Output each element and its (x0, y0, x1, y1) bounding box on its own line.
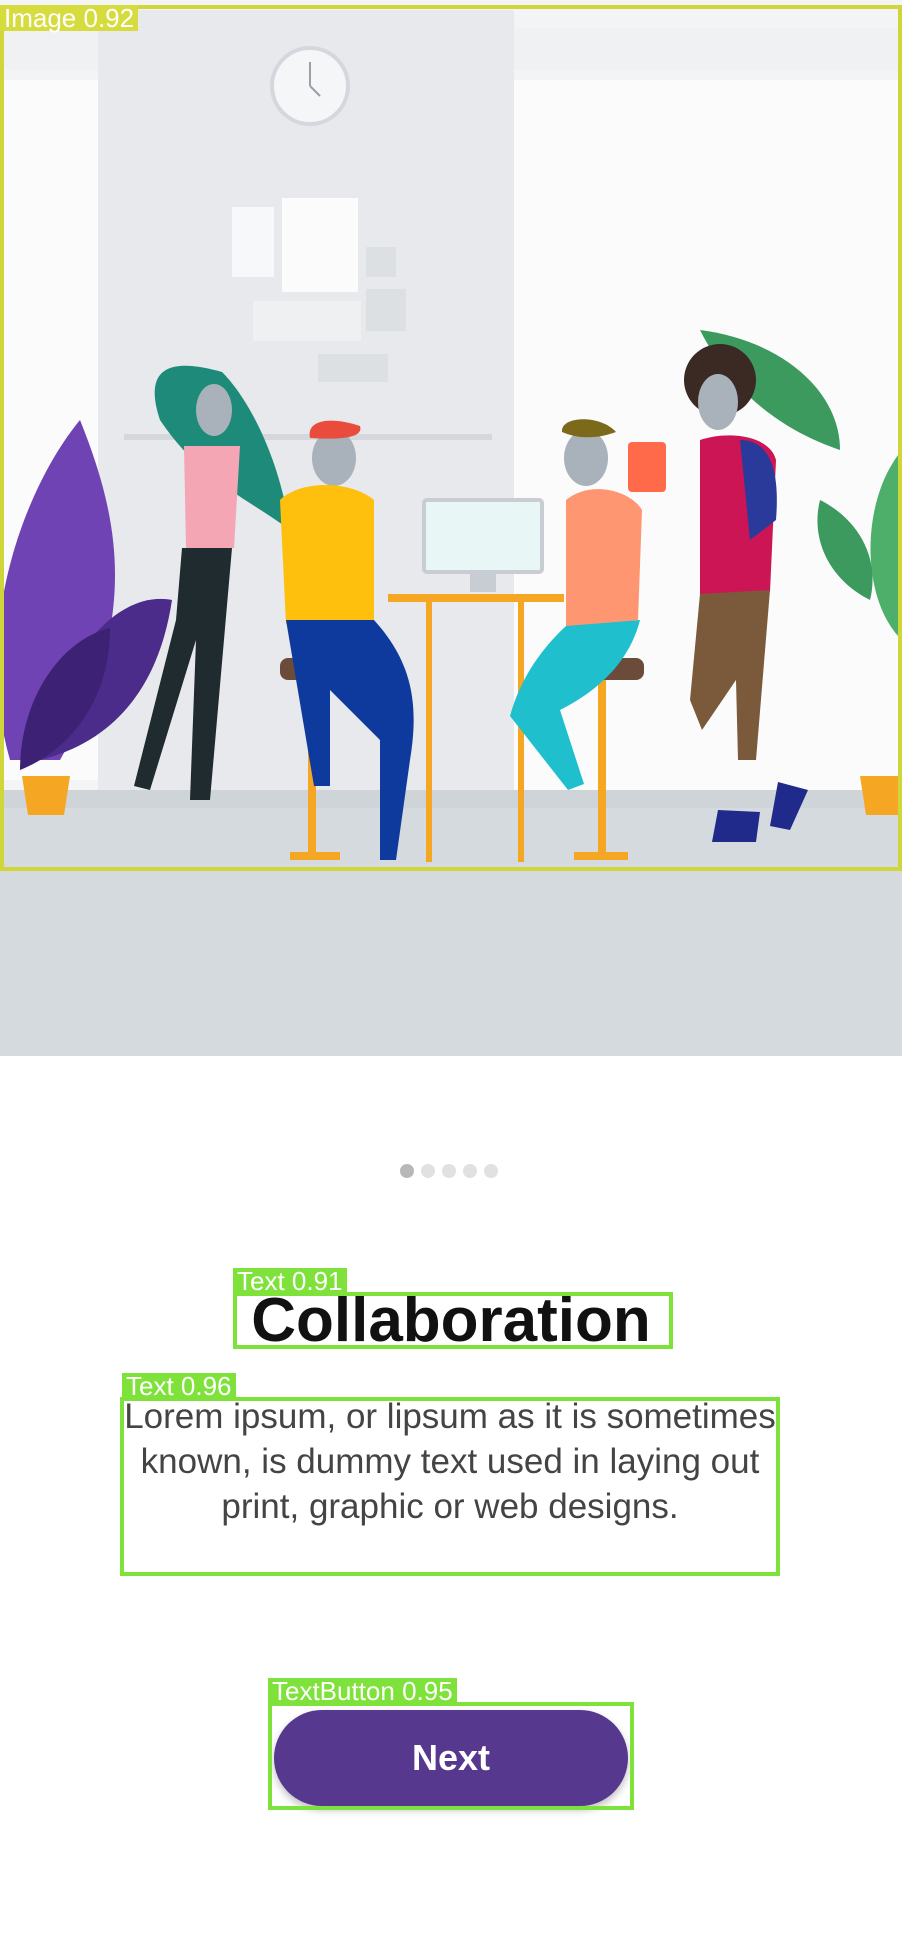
description-detection-label: Text 0.96 (122, 1373, 236, 1399)
next-button-detection-label: TextButton 0.95 (268, 1678, 457, 1704)
image-detection-label: Image 0.92 (0, 5, 139, 31)
image-detection-box (0, 5, 902, 871)
page-dot-3[interactable] (442, 1164, 456, 1178)
page-dot-4[interactable] (463, 1164, 477, 1178)
title-detection-box (233, 1292, 673, 1349)
description-detection-box (120, 1397, 780, 1576)
page-dot-1[interactable] (400, 1164, 414, 1178)
next-button-detection-box (268, 1702, 634, 1810)
title-detection-label: Text 0.91 (233, 1268, 347, 1294)
page-dot-2[interactable] (421, 1164, 435, 1178)
page-indicator (400, 1164, 498, 1178)
page-dot-5[interactable] (484, 1164, 498, 1178)
